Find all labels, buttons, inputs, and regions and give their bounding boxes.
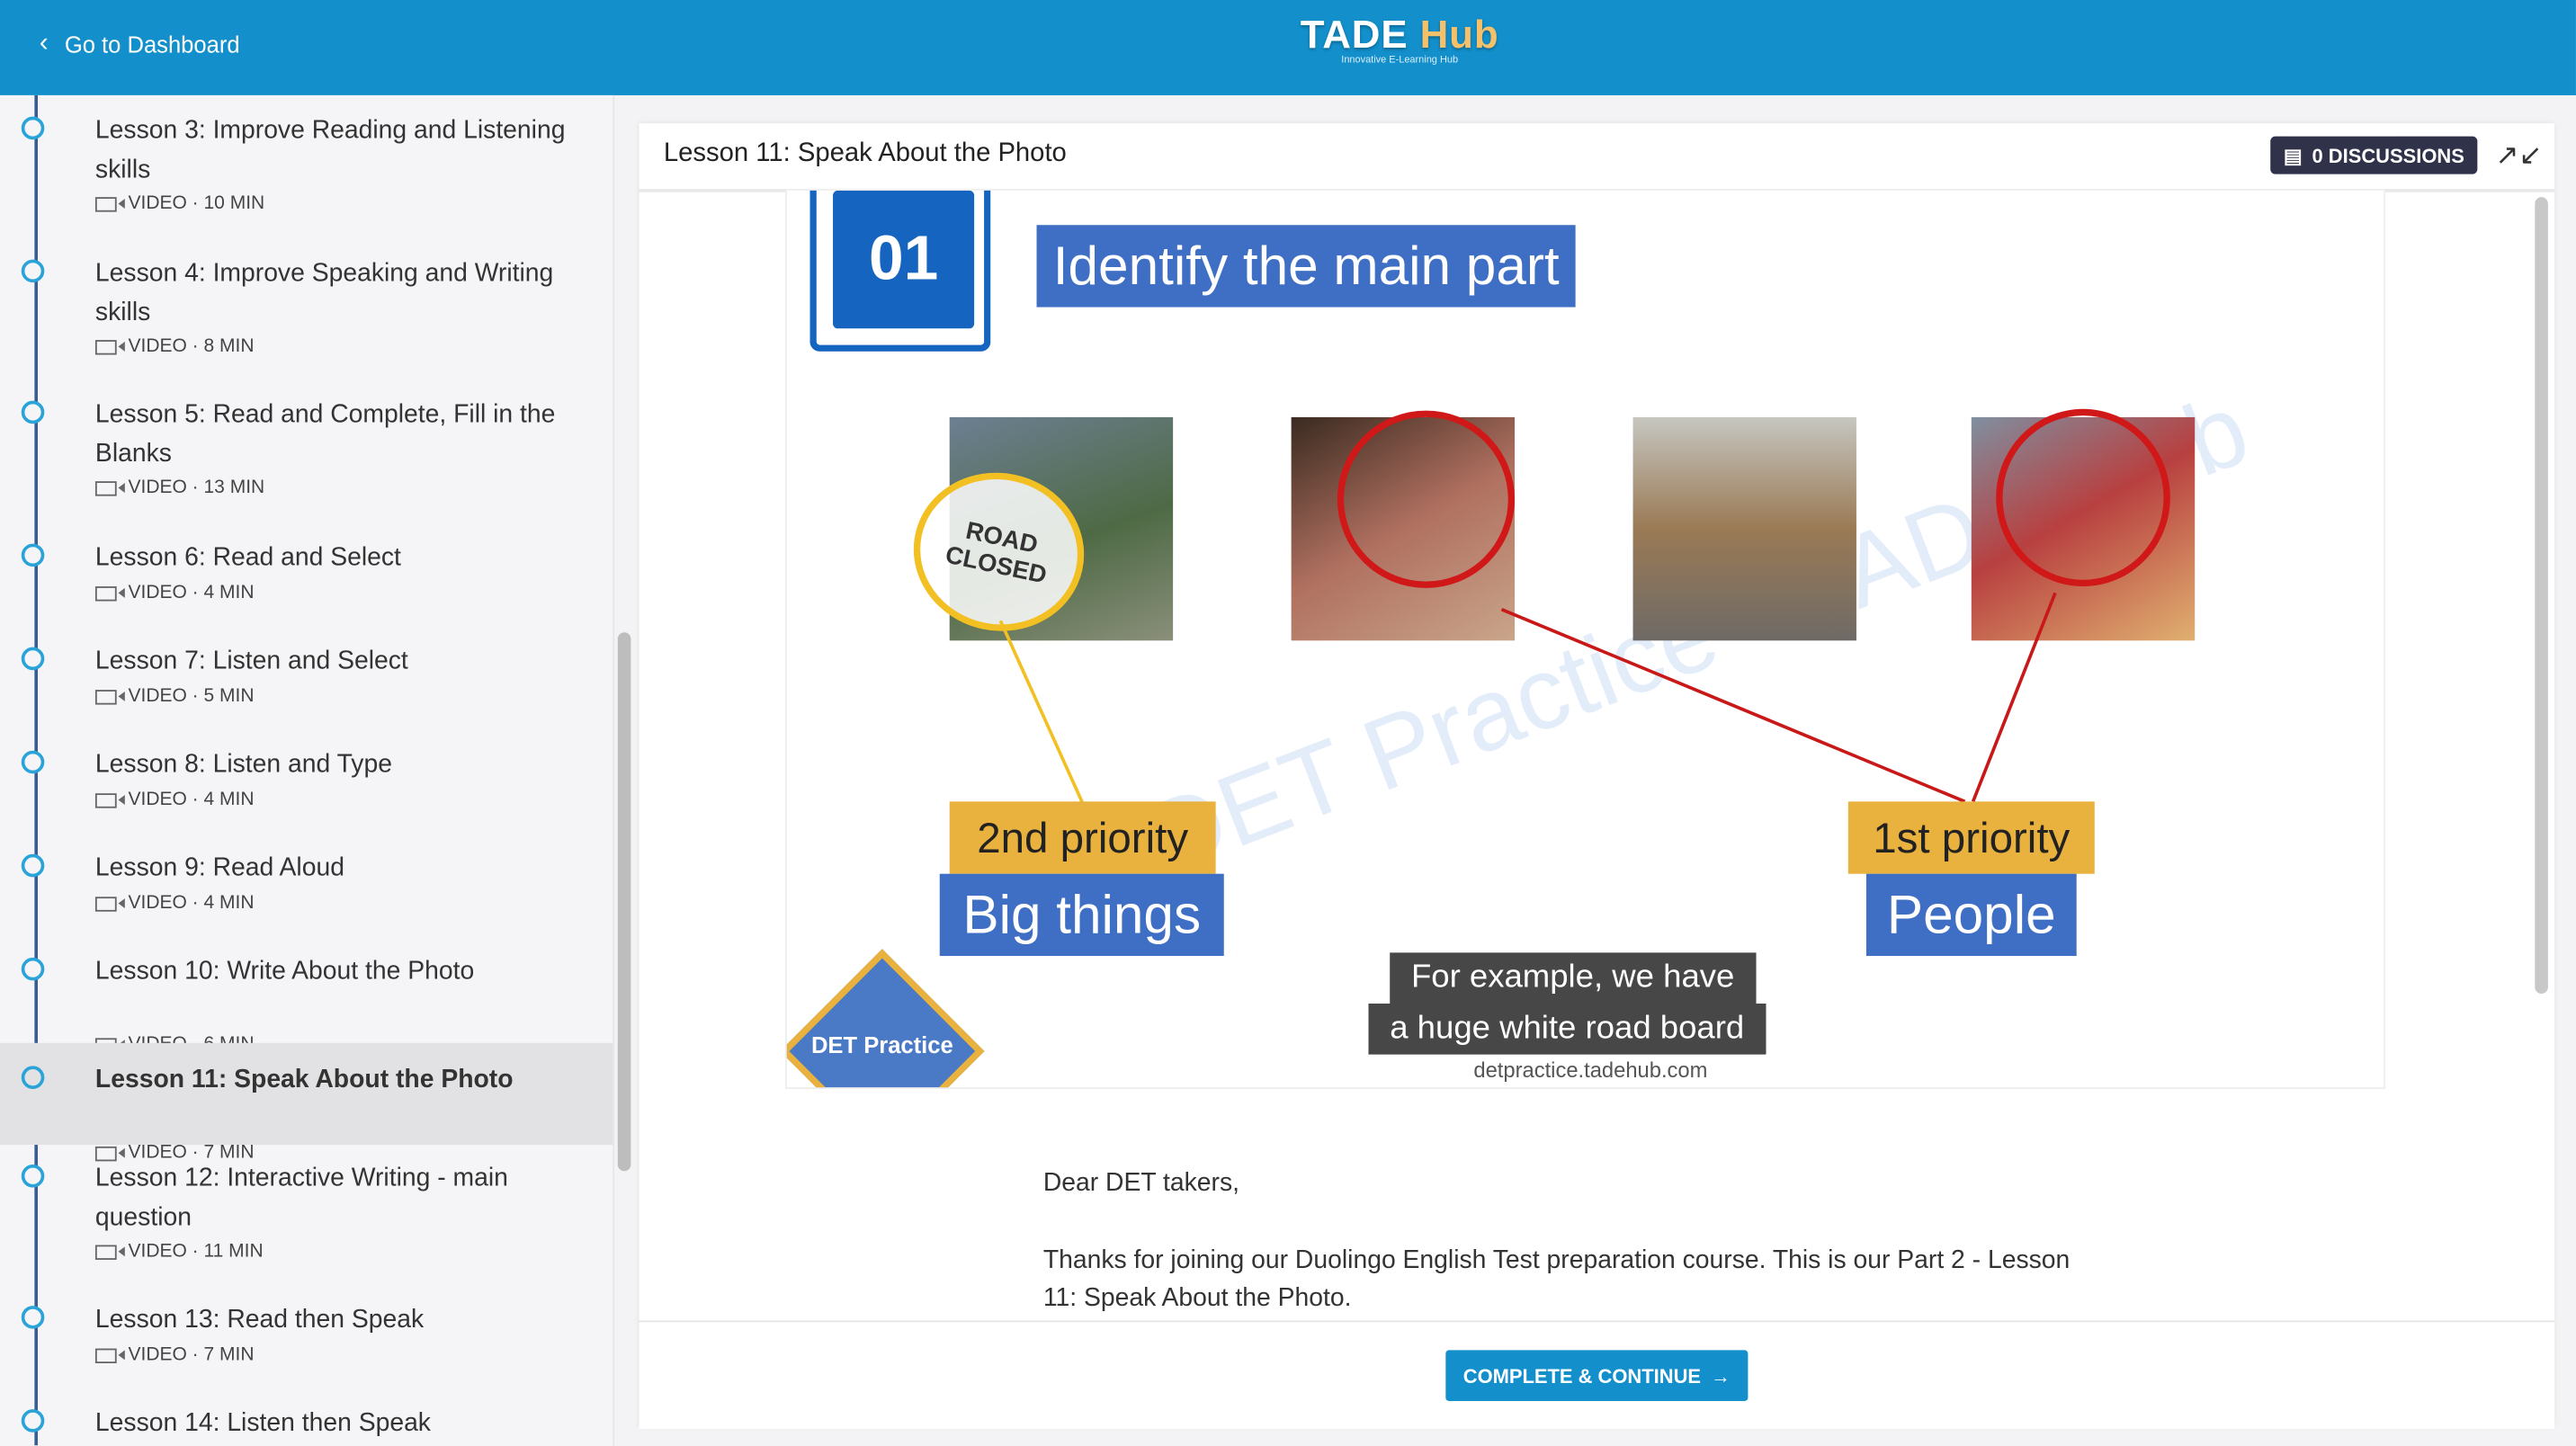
arrow-big-things [998, 620, 1085, 804]
priority-tag-1st: 1st priority [1847, 801, 2095, 874]
progress-circle-icon [21, 400, 45, 424]
sidebar-lesson-item[interactable]: Lesson 8: Listen and Type VIDEO · 4 MIN [0, 737, 613, 841]
lesson-panel: Lesson 11: Speak About the Photo ▤ 0 DIS… [639, 122, 2555, 1430]
chat-icon: ▤ [2283, 143, 2303, 167]
sidebar-lesson-item[interactable]: Lesson 6: Read and Select VIDEO · 4 MIN [0, 531, 613, 634]
lesson-item-title: Lesson 9: Read Aloud [94, 853, 344, 882]
sidebar-lesson-item[interactable]: Lesson 4: Improve Speaking and Writing s… [0, 246, 613, 388]
subtitle-line-2: a huge white road board [1368, 1003, 1766, 1055]
lesson-title: Lesson 11: Speak About the Photo [663, 139, 1067, 168]
progress-circle-icon [21, 1066, 45, 1089]
lesson-item-meta: VIDEO · 8 MIN [94, 336, 255, 356]
lesson-item-meta: VIDEO · 5 MIN [94, 686, 255, 706]
progress-circle-icon [21, 1164, 45, 1188]
progress-circle-icon [21, 1306, 45, 1329]
lesson-item-meta: VIDEO · 10 MIN [94, 194, 264, 213]
content-scrollbar[interactable] [2535, 197, 2548, 995]
lesson-item-title: Lesson 13: Read then Speak [94, 1306, 425, 1334]
label-people: People [1865, 873, 2077, 957]
video-icon [94, 339, 125, 354]
chevron-left-icon: ‹ [39, 29, 49, 58]
video-icon [94, 896, 125, 911]
top-header: ‹ Go to Dashboard TADE Hub Innovative E-… [0, 0, 2576, 95]
progress-circle-icon [21, 116, 45, 140]
video-icon [94, 480, 125, 495]
sidebar-lesson-item[interactable]: Lesson 12: Interactive Writing - main qu… [0, 1151, 613, 1292]
progress-circle-icon [21, 543, 45, 567]
expand-icon[interactable]: ↗↙ [2495, 139, 2542, 173]
video-icon [94, 1244, 125, 1260]
site-text: detpractice.tadehub.com [1473, 1058, 1708, 1083]
progress-circle-icon [21, 957, 45, 981]
sidebar-lesson-item[interactable]: Lesson 5: Read and Complete, Fill in the… [0, 388, 613, 529]
arrow-right-icon: → [1710, 1363, 1731, 1388]
lesson-item-meta: VIDEO · 11 MIN [94, 1242, 264, 1262]
lesson-item-meta: VIDEO · 4 MIN [94, 894, 255, 914]
video-icon [94, 792, 125, 808]
det-badge-text: DET Practice [810, 1031, 953, 1058]
arrow-person [1500, 607, 1966, 804]
lesson-item-title: Lesson 14: Listen then Speak [94, 1409, 431, 1438]
sidebar-lesson-item[interactable]: Lesson 13: Read then Speak VIDEO · 7 MIN [0, 1292, 613, 1396]
sidebar-lesson-item[interactable]: Lesson 3: Improve Reading and Listening … [0, 103, 613, 245]
lesson-item-meta: VIDEO · 4 MIN [94, 790, 255, 809]
label-big-things: Big things [939, 873, 1224, 957]
progress-circle-icon [21, 853, 45, 878]
go-to-dashboard-link[interactable]: ‹ Go to Dashboard [40, 30, 240, 59]
lesson-item-title: Lesson 12: Interactive Writing - main qu… [94, 1164, 508, 1231]
discussions-button[interactable]: ▤ 0 DISCUSSIONS [2270, 136, 2478, 174]
video-icon [94, 196, 125, 211]
lesson-footer: COMPLETE & CONTINUE → [639, 1320, 2555, 1430]
back-label: Go to Dashboard [64, 31, 240, 58]
sidebar-scrollbar[interactable] [617, 632, 631, 1172]
arrow-family [1971, 592, 2057, 803]
lesson-item-title: Lesson 3: Improve Reading and Listening … [94, 116, 566, 183]
lesson-item-meta: VIDEO · 7 MIN [94, 1345, 255, 1365]
lesson-item-title: Lesson 6: Read and Select [94, 543, 401, 572]
sidebar-lesson-item[interactable]: Lesson 14: Listen then Speak [0, 1397, 613, 1446]
progress-circle-icon [21, 259, 45, 283]
priority-tag-2nd: 2nd priority [949, 801, 1216, 874]
complete-continue-button[interactable]: COMPLETE & CONTINUE → [1445, 1350, 1749, 1402]
lesson-header: Lesson 11: Speak About the Photo ▤ 0 DIS… [639, 123, 2555, 192]
logo: TADE Hub Innovative E-Learning Hub [1300, 13, 1499, 67]
lesson-item-title: Lesson 11: Speak About the Photo [94, 1066, 514, 1094]
progress-circle-icon [21, 1409, 45, 1433]
lesson-text: Dear DET takers, Thanks for joining our … [1042, 1169, 2071, 1313]
sidebar-lesson-item[interactable]: Lesson 7: Listen and Select VIDEO · 5 MI… [0, 634, 613, 737]
sidebar-lesson-item[interactable]: Lesson 9: Read Aloud VIDEO · 4 MIN [0, 841, 613, 944]
lesson-item-meta: VIDEO · 4 MIN [94, 583, 255, 602]
subtitle-line-1: For example, we have [1390, 952, 1757, 1004]
lesson-item-title: Lesson 8: Listen and Type [94, 750, 392, 779]
lesson-item-title: Lesson 4: Improve Speaking and Writing s… [94, 259, 554, 326]
lesson-sidebar: Lesson 3: Improve Reading and Listening … [0, 94, 615, 1446]
video-icon [94, 585, 125, 601]
sidebar-lesson-item[interactable]: Lesson 11: Speak About the Photo VIDEO ·… [0, 1042, 613, 1163]
lesson-item-title: Lesson 5: Read and Complete, Fill in the… [94, 400, 556, 468]
lesson-item-title: Lesson 7: Listen and Select [94, 647, 408, 675]
progress-circle-icon [21, 750, 45, 774]
video-icon [94, 1347, 125, 1363]
lesson-item-meta: VIDEO · 13 MIN [94, 478, 264, 497]
lesson-slide: DET Practice - TADE Hub 01 Identify the … [785, 189, 2386, 1089]
lesson-item-title: Lesson 10: Write About the Photo [94, 957, 475, 986]
video-icon [94, 689, 125, 704]
progress-circle-icon [21, 647, 45, 671]
